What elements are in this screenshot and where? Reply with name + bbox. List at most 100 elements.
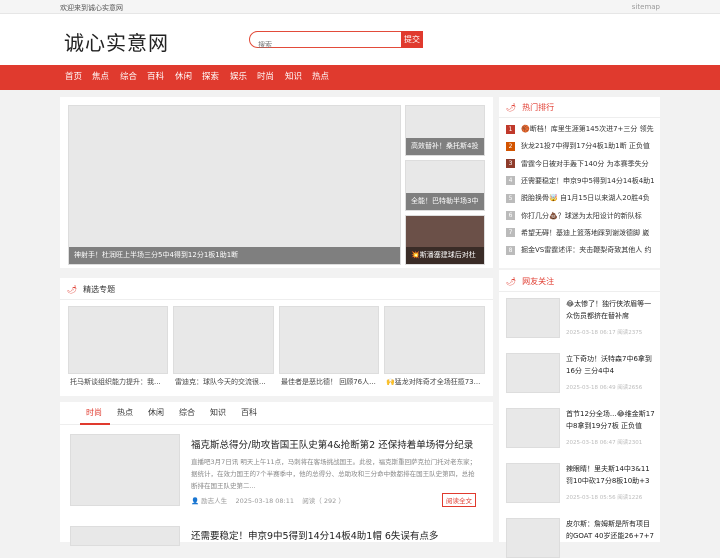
friend-item-title[interactable]: 皮尔斯：詹姆斯是所有项目的GOAT 40岁还能26+7+7 xyxy=(566,518,656,542)
friend-thumb[interactable] xyxy=(506,463,560,503)
tab-leisure[interactable]: 休闲 xyxy=(148,407,164,418)
article-reads-label: 阅读 xyxy=(302,497,316,505)
active-tab-underline xyxy=(80,423,110,425)
search-input[interactable] xyxy=(258,37,408,53)
hot-list-item[interactable]: 8 掘金VS雷霆述评：夹击鞭梨奇致其他人 约 xyxy=(506,245,656,255)
article-date: 2025-03-18 08:11 xyxy=(235,497,295,505)
hot-list-item[interactable]: 6 你打几分💩？球迷为太阳设计的新队标 xyxy=(506,211,656,221)
nav-item-general[interactable]: 综合 xyxy=(120,65,137,90)
hot-list-item[interactable]: 7 希望无碍！基迪上篮落地踩到谢泼德脚 崴 xyxy=(506,228,656,238)
friends-focus-title-text: 网友关注 xyxy=(522,277,555,286)
welcome-text: 欢迎来到诚心实意网 xyxy=(60,4,123,12)
rank-badge: 2 xyxy=(506,141,515,151)
friend-item-meta: 2025-03-18 06:47 阅读2301 xyxy=(566,440,643,446)
fire-icon: 🌶 xyxy=(506,103,517,112)
banner-side-caption-1[interactable]: 高效替补！桑托斯4投 xyxy=(406,138,484,155)
hot-item-text[interactable]: 脱胎换骨🤯 自1月15日以来湖人20胜4负 xyxy=(521,194,650,202)
hot-list-item[interactable]: 3 雷霆今日被对手轰下140分 为本赛季失分 xyxy=(506,159,656,169)
divider xyxy=(499,291,660,292)
rank-badge: 5 xyxy=(506,193,515,203)
search-submit-button[interactable]: 提交 xyxy=(401,31,423,48)
search-box: 提交 xyxy=(249,31,423,53)
hot-item-text[interactable]: 你打几分💩？球迷为太阳设计的新队标 xyxy=(521,212,642,220)
header: 诚心实意网 提交 xyxy=(0,14,720,65)
article-title-1[interactable]: 福克斯总得分/助攻皆国王队史第4&抢断第2 还保持着单场得分纪录 xyxy=(191,437,473,451)
hot-item-text[interactable]: 狄龙21投7中得到17分4板1助1断 正负值 xyxy=(521,142,650,150)
divider xyxy=(499,117,660,118)
divider xyxy=(60,299,493,300)
category-tabs: 时尚 热点 休闲 综合 知识 百科 xyxy=(60,407,493,425)
tab-general[interactable]: 综合 xyxy=(179,407,195,418)
friend-thumb[interactable] xyxy=(506,298,560,338)
tab-hot[interactable]: 热点 xyxy=(117,407,133,418)
featured-title-text: 精选专题 xyxy=(83,285,116,294)
article-meta-1: 👤 励志人生 2025-03-18 08:11 阅读（ 292 ） xyxy=(191,497,345,505)
banner-side-caption-2[interactable]: 全能！巴特勒半场3中 xyxy=(406,193,484,210)
rank-badge: 6 xyxy=(506,211,515,220)
featured-caption-2[interactable]: 雷迪克：球队今天的交流很... xyxy=(175,377,274,387)
featured-image-1[interactable] xyxy=(68,306,168,374)
tab-fashion[interactable]: 时尚 xyxy=(86,407,102,418)
rank-badge: 7 xyxy=(506,228,515,238)
main-nav: 首页 焦点 综合 百科 休闲 探索 娱乐 时尚 知识 热点 xyxy=(0,65,720,90)
hot-list-item[interactable]: 4 还需要稳定！申京9中5得到14分14板4助1 xyxy=(506,176,656,186)
rank-badge: 1 xyxy=(506,124,515,134)
banner-main-caption[interactable]: 神射手！杜润旺上半场三分5中4得到12分1板1助1断 xyxy=(69,247,400,264)
featured-caption-4[interactable]: 🙌猛龙对阵奇才全场狂揽73... xyxy=(386,377,485,387)
nav-item-explore[interactable]: 探索 xyxy=(202,65,219,90)
divider xyxy=(60,424,493,425)
friend-item-meta: 2025-03-18 05:56 阅读1226 xyxy=(566,495,643,501)
friend-thumb[interactable] xyxy=(506,518,560,558)
featured-caption-1[interactable]: 托马斯谈组织能力提升：我... xyxy=(70,377,168,387)
nav-item-entertainment[interactable]: 娱乐 xyxy=(230,65,247,90)
nav-item-knowledge[interactable]: 知识 xyxy=(285,65,302,90)
friend-item-title[interactable]: 😂太惨了！独行侠浓眉等一众伤员都挤在替补席 xyxy=(566,298,656,322)
hot-item-text[interactable]: 还需要稳定！申京9中5得到14分14板4助1 xyxy=(521,177,655,185)
hot-item-text[interactable]: 🏀断档！库里生涯第145次进7+三分 领先 xyxy=(521,125,654,133)
rank-badge: 3 xyxy=(506,159,515,169)
nav-item-encyclopedia[interactable]: 百科 xyxy=(147,65,164,90)
friend-item-meta: 2025-03-18 06:17 阅读2375 xyxy=(566,330,643,336)
banner-side-image-3[interactable]: 💥斯潘塞建球后对杜 xyxy=(405,215,485,265)
hot-list-item[interactable]: 1 🏀断档！库里生涯第145次进7+三分 领先 xyxy=(506,124,656,134)
featured-title: 🌶 精选专题 xyxy=(67,284,115,295)
friend-item-meta: 2025-03-18 06:49 阅读2656 xyxy=(566,385,643,391)
article-reads: 292 xyxy=(323,497,337,505)
fire-icon: 🌶 xyxy=(506,277,517,286)
rank-badge: 4 xyxy=(506,176,515,186)
banner-side-image-2[interactable]: 全能！巴特勒半场3中 xyxy=(405,160,485,211)
hot-item-text[interactable]: 掘金VS雷霆述评：夹击鞭梨奇致其他人 约 xyxy=(521,246,651,254)
article-summary-1: 直播吧3月7日讯 明天上午11点，马刺将在客场挑战国王。此役，福克斯重回萨克拉门… xyxy=(191,458,477,490)
top-bar: 欢迎来到诚心实意网 sitemap xyxy=(0,0,720,14)
hot-item-text[interactable]: 希望无碍！基迪上篮落地踩到谢泼德脚 崴 xyxy=(521,229,649,237)
nav-item-home[interactable]: 首页 xyxy=(65,65,82,90)
friend-item-title[interactable]: 辣眼睛！里夫斯14中3&11罚10中砍17分8板10助+3失 xyxy=(566,463,656,487)
friend-thumb[interactable] xyxy=(506,408,560,448)
sitemap-link[interactable]: sitemap xyxy=(632,3,660,11)
banner-side-image-1[interactable]: 高效替补！桑托斯4投 xyxy=(405,105,485,156)
rank-badge: 8 xyxy=(506,245,515,255)
friend-thumb[interactable] xyxy=(506,353,560,393)
featured-caption-3[interactable]: 最佳者是恶比德！ 回顾76人... xyxy=(281,377,379,387)
nav-item-hot[interactable]: 热点 xyxy=(312,65,329,90)
friend-item-title[interactable]: 立下奇功！沃特森7中6拿到16分 三分4中4 xyxy=(566,353,656,377)
article-thumb-1[interactable] xyxy=(70,434,180,506)
read-more-button[interactable]: 阅读全文 xyxy=(442,493,476,507)
hot-item-text[interactable]: 雷霆今日被对手轰下140分 为本赛季失分 xyxy=(521,160,649,168)
tab-encyclopedia[interactable]: 百科 xyxy=(241,407,257,418)
nav-item-leisure[interactable]: 休闲 xyxy=(175,65,192,90)
featured-image-3[interactable] xyxy=(279,306,379,374)
nav-item-focus[interactable]: 焦点 xyxy=(92,65,109,90)
user-icon: 👤 xyxy=(191,497,200,505)
banner-main-image[interactable]: 神射手！杜润旺上半场三分5中4得到12分1板1助1断 xyxy=(68,105,401,265)
banner-side-caption-3[interactable]: 💥斯潘塞建球后对杜 xyxy=(406,247,484,264)
article-thumb-2[interactable] xyxy=(70,526,180,546)
featured-image-2[interactable] xyxy=(173,306,274,374)
hot-list-item[interactable]: 5 脱胎换骨🤯 自1月15日以来湖人20胜4负 xyxy=(506,193,656,203)
featured-image-4[interactable] xyxy=(384,306,485,374)
hot-list-item[interactable]: 2 狄龙21投7中得到17分4板1助1断 正负值 xyxy=(506,141,656,151)
friend-item-title[interactable]: 首节12分全场...😂维金斯17中8拿到19分7板 正负值 xyxy=(566,408,656,432)
tab-knowledge[interactable]: 知识 xyxy=(210,407,226,418)
site-logo[interactable]: 诚心实意网 xyxy=(64,27,169,56)
nav-item-fashion[interactable]: 时尚 xyxy=(257,65,274,90)
